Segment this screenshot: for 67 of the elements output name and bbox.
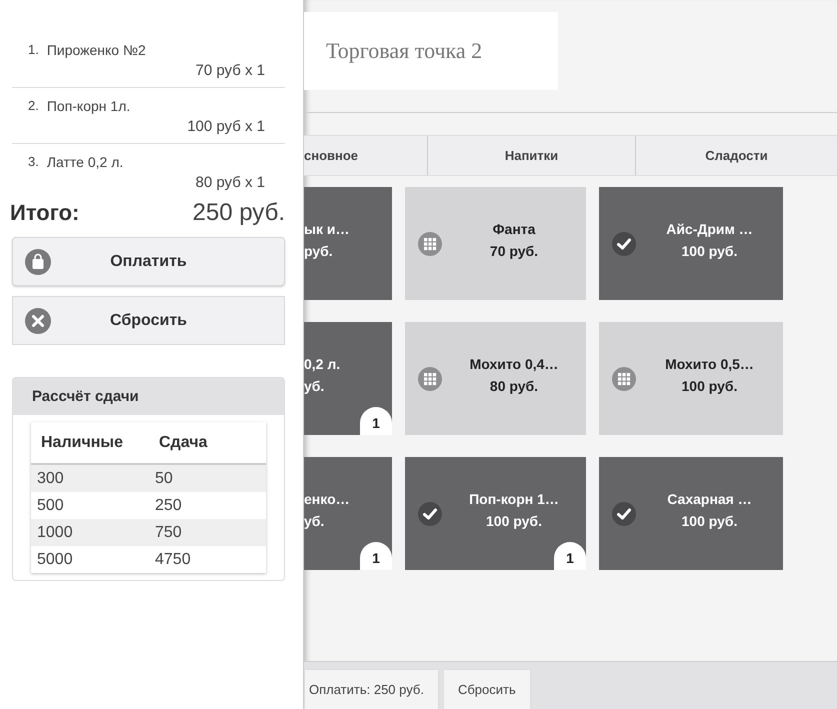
table-cell-text: 4750: [155, 550, 192, 568]
product-name: Айс-Дрим …: [666, 220, 753, 239]
check-icon: [612, 502, 636, 526]
count-badge: 1: [554, 542, 586, 570]
product-price: уб.: [304, 376, 324, 396]
item-price: 80 руб x 1: [196, 174, 265, 191]
pay-button[interactable]: Оплатить: 250 руб.: [304, 669, 439, 709]
product-tile[interactable]: Айс-Дрим … 100 руб.: [599, 187, 783, 300]
table-cell-text: 1000: [37, 524, 74, 542]
item-number: 3.: [28, 154, 39, 170]
table-cell-text: 5000: [37, 550, 74, 568]
product-name: Мохито 0,4…: [470, 354, 558, 374]
product-tile[interactable]: Мохито 0,4… 80 руб.: [405, 322, 586, 435]
product-price: уб.: [304, 512, 324, 531]
category-tab[interactable]: Сладости: [635, 136, 837, 175]
product-tile[interactable]: Сахарная … 100 руб.: [599, 457, 783, 570]
check-icon: [612, 232, 636, 256]
count-badge: 1: [360, 407, 392, 435]
column-header: Наличные: [41, 434, 124, 452]
product-price: 80 руб.: [490, 376, 538, 396]
close-icon: [25, 308, 51, 334]
check-icon: [418, 502, 442, 526]
product-price: 100 руб.: [682, 242, 738, 261]
product-name: ык и…: [304, 220, 350, 238]
column-header: Сдача: [159, 434, 208, 452]
product-price: 100 руб.: [682, 512, 738, 531]
product-name: енко…: [304, 490, 350, 508]
total-label: Итого:: [10, 200, 80, 226]
product-name: Мохито 0,5…: [665, 354, 754, 374]
item-number: 2.: [28, 98, 39, 114]
grid-icon: [418, 232, 442, 256]
item-price: 100 руб x 1: [187, 118, 265, 135]
table-cell-text: 250: [155, 496, 183, 514]
store-title: Торговая точка 2: [326, 38, 482, 64]
product-tile[interactable]: Фанта 70 руб.: [405, 187, 586, 300]
table-cell-text: 750: [155, 524, 183, 542]
product-tile[interactable]: енко… уб. 1: [304, 457, 392, 570]
item-name: Поп-корн 1л.: [46, 98, 130, 114]
product-name: Фанта: [492, 220, 536, 238]
table-cell-text: 300: [37, 470, 65, 488]
reset-button[interactable]: Сбросить: [12, 296, 285, 345]
item-name: Пироженко №2: [46, 42, 146, 58]
grid-icon: [418, 366, 442, 390]
product-tile[interactable]: ык и… руб.: [304, 187, 392, 300]
product-name: 0,2 л.: [304, 354, 340, 374]
product-tile[interactable]: 0,2 л. уб. 1: [304, 322, 392, 435]
product-tile[interactable]: Мохито 0,5… 100 руб.: [599, 322, 783, 435]
grid-icon: [612, 366, 636, 390]
product-name: Поп-корн 1…: [469, 490, 559, 509]
product-price: 70 руб.: [490, 242, 538, 261]
table-cell-text: 50: [155, 470, 174, 488]
table-cell-text: 500: [37, 496, 65, 514]
category-tab[interactable]: сновное: [304, 136, 427, 175]
product-price: руб.: [304, 242, 333, 261]
pay-button[interactable]: Оплатить: [12, 237, 285, 286]
product-name: Сахарная …: [667, 490, 752, 509]
product-tile[interactable]: Поп-корн 1… 100 руб. 1: [405, 457, 586, 570]
product-price: 100 руб.: [486, 512, 542, 531]
item-name: Латте 0,2 л.: [46, 154, 124, 170]
item-price: 70 руб x 1: [196, 62, 265, 79]
total-amount: 250 руб.: [192, 199, 285, 227]
reset-button[interactable]: Сбросить: [442, 669, 531, 709]
category-tab[interactable]: Напитки: [427, 136, 635, 175]
count-badge: 1: [360, 542, 392, 570]
product-price: 100 руб.: [682, 376, 738, 396]
panel-title: Рассчёт сдачи: [32, 388, 139, 405]
item-number: 1.: [28, 42, 39, 58]
